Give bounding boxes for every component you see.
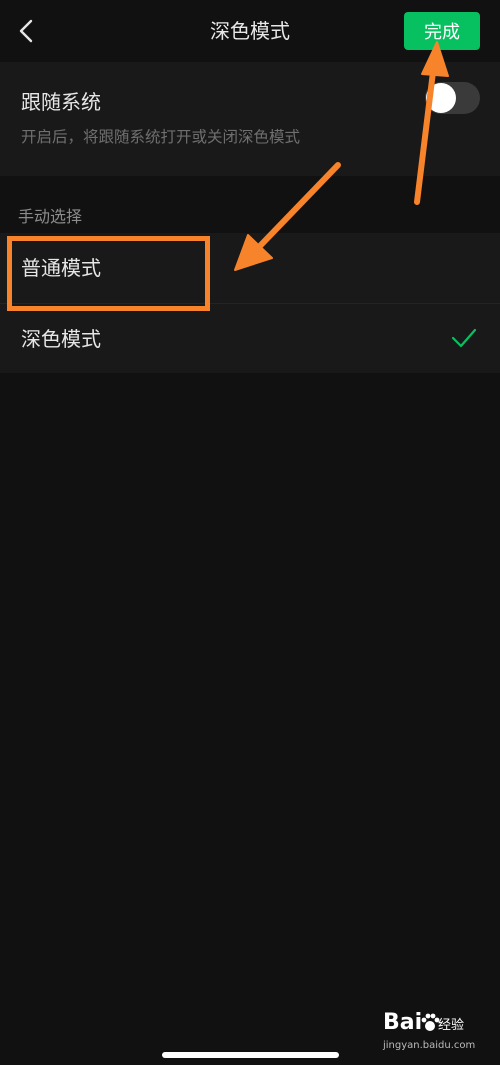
watermark-brand-suffix: 经验 — [438, 1018, 465, 1033]
checkmark-icon — [451, 328, 477, 348]
follow-system-toggle[interactable] — [425, 82, 480, 114]
watermark-url: jingyan.baidu.com — [383, 1040, 476, 1051]
manual-select-section-label: 手动选择 — [18, 207, 83, 226]
option-dark-mode[interactable]: 深色模式 — [0, 303, 500, 373]
chevron-left-icon — [19, 19, 33, 43]
follow-system-title: 跟随系统 — [21, 90, 101, 114]
back-button[interactable] — [12, 14, 40, 48]
home-indicator — [162, 1052, 339, 1058]
option-normal-mode-label: 普通模式 — [21, 256, 101, 280]
option-dark-mode-label: 深色模式 — [21, 327, 101, 351]
baidu-jingyan-watermark: Bai 经验 jingyan.baidu.com — [383, 1010, 483, 1055]
option-normal-mode[interactable]: 普通模式 — [0, 233, 500, 303]
navigation-bar: 深色模式 完成 — [0, 0, 500, 62]
done-button[interactable]: 完成 — [404, 12, 480, 50]
follow-system-description: 开启后，将跟随系统打开或关闭深色模式 — [21, 128, 301, 146]
toggle-knob — [426, 83, 456, 113]
follow-system-row: 跟随系统 开启后，将跟随系统打开或关闭深色模式 — [0, 62, 500, 176]
watermark-brand: Bai — [383, 1010, 423, 1035]
